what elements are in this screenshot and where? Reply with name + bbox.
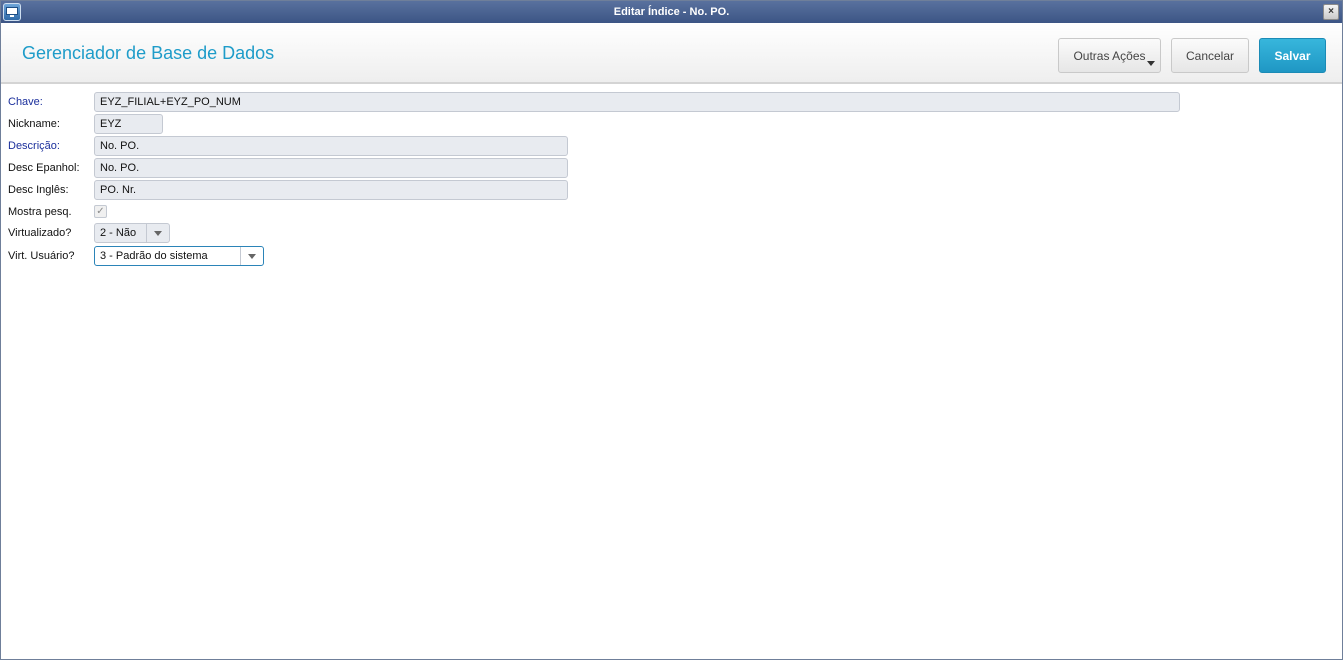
virt-usuario-select[interactable]: 3 - Padrão do sistema: [94, 246, 264, 266]
more-actions-button[interactable]: Outras Ações: [1058, 38, 1161, 73]
nickname-label: Nickname:: [8, 118, 60, 130]
title-bar: Editar Índice - No. PO. ×: [1, 1, 1342, 23]
virtualizado-label: Virtualizado?: [8, 227, 72, 239]
virtualizado-select[interactable]: 2 - Não: [94, 223, 170, 243]
desc-ingles-label: Desc Inglês:: [8, 184, 69, 196]
desc-espanhol-label: Desc Epanhol:: [8, 162, 80, 174]
row-mostra-pesq: Mostra pesq. ✓: [1, 202, 1342, 222]
descricao-label: Descrição:: [8, 140, 60, 152]
row-desc-ingles: Desc Inglês: PO. Nr.: [1, 180, 1342, 200]
descricao-field[interactable]: No. PO.: [94, 136, 568, 156]
virt-usuario-label: Virt. Usuário?: [8, 250, 75, 262]
chave-field[interactable]: EYZ_FILIAL+EYZ_PO_NUM: [94, 92, 1180, 112]
chevron-down-icon[interactable]: [240, 247, 263, 265]
row-chave: Chave: EYZ_FILIAL+EYZ_PO_NUM: [1, 92, 1342, 112]
edit-index-window: Editar Índice - No. PO. × Gerenciador de…: [0, 0, 1343, 660]
row-virt-usuario: Virt. Usuário? 3 - Padrão do sistema: [1, 246, 1342, 266]
row-virtualizado: Virtualizado? 2 - Não: [1, 223, 1342, 243]
row-desc-espanhol: Desc Epanhol: No. PO.: [1, 158, 1342, 178]
virtualizado-value: 2 - Não: [100, 227, 137, 239]
page-header: Gerenciador de Base de Dados Outras Açõe…: [1, 23, 1342, 84]
chevron-down-icon[interactable]: [146, 224, 169, 242]
app-icon: [3, 3, 21, 21]
chave-label: Chave:: [8, 96, 43, 108]
virt-usuario-value: 3 - Padrão do sistema: [100, 250, 208, 262]
desc-espanhol-field[interactable]: No. PO.: [94, 158, 568, 178]
desc-ingles-field[interactable]: PO. Nr.: [94, 180, 568, 200]
more-actions-label: Outras Ações: [1073, 48, 1146, 63]
caret-down-icon: [1147, 61, 1155, 66]
cancel-button[interactable]: Cancelar: [1171, 38, 1249, 73]
mostra-pesq-checkbox[interactable]: ✓: [94, 205, 107, 218]
row-nickname: Nickname: EYZ: [1, 114, 1342, 134]
window-title: Editar Índice - No. PO.: [613, 6, 730, 18]
save-button[interactable]: Salvar: [1259, 38, 1326, 73]
close-icon[interactable]: ×: [1323, 4, 1339, 20]
mostra-pesq-label: Mostra pesq.: [8, 206, 72, 218]
page-title: Gerenciador de Base de Dados: [22, 43, 275, 63]
row-descricao: Descrição: No. PO.: [1, 136, 1342, 156]
nickname-field[interactable]: EYZ: [94, 114, 163, 134]
